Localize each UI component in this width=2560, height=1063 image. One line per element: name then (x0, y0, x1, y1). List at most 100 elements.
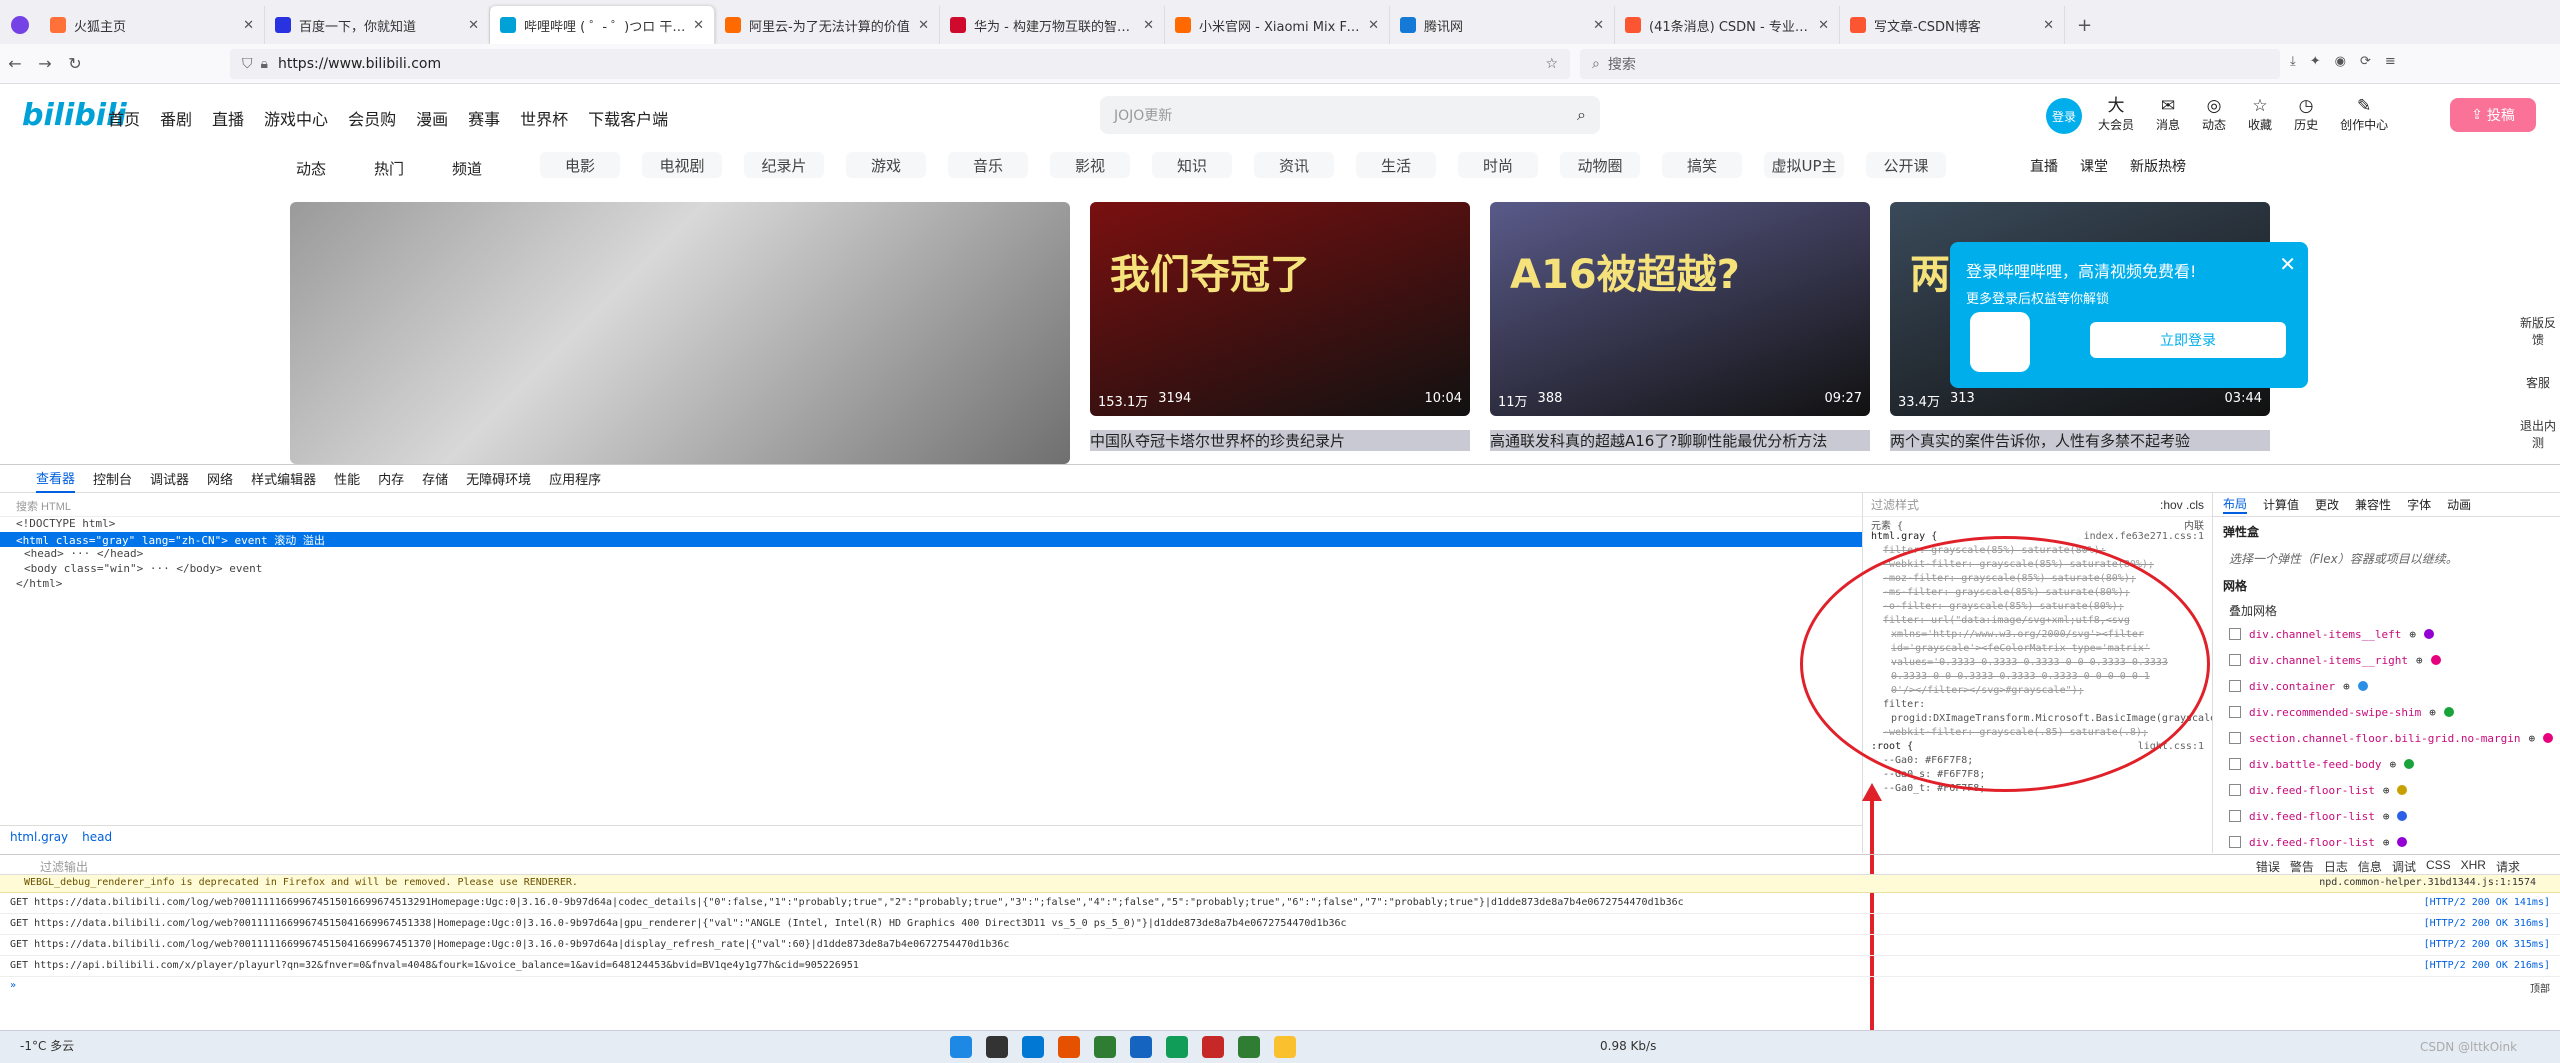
close-icon[interactable]: ✕ (1818, 18, 1829, 33)
console-request[interactable]: GET https://data.bilibili.com/log/web?00… (0, 893, 2560, 914)
grid-color-swatch[interactable] (2443, 707, 2454, 717)
console-prompt[interactable]: » 顶部 (0, 977, 2560, 998)
console-request[interactable]: GET https://data.bilibili.com/log/web?00… (0, 935, 2560, 956)
console-filter-button[interactable]: 错误 (2256, 858, 2280, 874)
grid-color-swatch[interactable] (2543, 733, 2554, 743)
channel-item[interactable]: 公开课 (1866, 152, 1946, 178)
target-icon[interactable]: ⊕ (2383, 784, 2390, 797)
devtools-tab[interactable]: 查看器 (36, 465, 76, 493)
layout-tab[interactable]: 字体 (2407, 496, 2431, 513)
grid-checkbox[interactable] (2229, 706, 2241, 718)
grid-item[interactable]: div.channel-items__right ⊕ (2213, 647, 2560, 673)
grid-color-swatch[interactable] (2423, 629, 2434, 639)
warning-source[interactable]: npd.common-helper.31bd1344.js:1:1574 (2319, 877, 2536, 890)
channel-item[interactable]: 时尚 (1458, 152, 1538, 178)
grid-item[interactable]: div.channel-items__left ⊕ (2213, 621, 2560, 647)
grid-checkbox[interactable] (2229, 732, 2241, 744)
grid-color-swatch[interactable] (2404, 759, 2415, 769)
weather-widget[interactable]: -1°C 多云 (20, 1037, 74, 1054)
html-node[interactable]: </html> (0, 577, 1862, 592)
devtools-tab[interactable]: 存储 (422, 469, 448, 488)
taskbar-app-icon[interactable] (950, 1036, 972, 1058)
taskbar-app-icon[interactable] (1166, 1036, 1188, 1058)
grid-checkbox[interactable] (2229, 836, 2241, 848)
console-filter-button[interactable]: 信息 (2358, 858, 2382, 874)
account-icon[interactable]: ◉ (2335, 54, 2346, 69)
close-icon[interactable]: ✕ (1368, 18, 1379, 33)
devtools-tab[interactable]: 内存 (378, 469, 404, 488)
console-request[interactable]: GET https://data.bilibili.com/log/web?00… (0, 914, 2560, 935)
devtools-tab[interactable]: 无障碍环境 (466, 469, 531, 488)
channel-item[interactable]: 电视剧 (642, 152, 722, 178)
target-icon[interactable]: ⊕ (2416, 654, 2423, 667)
channel-item[interactable]: 影视 (1050, 152, 1130, 178)
taskbar-app-icon[interactable] (1022, 1036, 1044, 1058)
taskbar-app-icon[interactable] (1274, 1036, 1296, 1058)
header-icon-item[interactable]: ☆ 收藏 (2248, 96, 2272, 133)
html-node[interactable]: <html class="gray" lang="zh-CN"> event 滚… (0, 532, 1862, 547)
target-icon[interactable]: ⊕ (2429, 706, 2436, 719)
layout-tab[interactable]: 更改 (2315, 496, 2339, 513)
taskbar-app-icon[interactable] (1202, 1036, 1224, 1058)
taskbar-app-icon[interactable] (986, 1036, 1008, 1058)
close-icon[interactable]: ✕ (693, 18, 704, 33)
browser-search-input[interactable]: ⌕ 搜索 (1580, 49, 2280, 79)
grid-item[interactable]: div.battle-feed-body ⊕ (2213, 751, 2560, 777)
side-tool-item[interactable]: 客服 (2518, 374, 2558, 391)
close-icon[interactable]: ✕ (243, 18, 254, 33)
grid-checkbox[interactable] (2229, 784, 2241, 796)
close-icon[interactable]: ✕ (2279, 252, 2296, 276)
console-filter-button[interactable]: 调试 (2392, 858, 2416, 874)
search-html-input[interactable]: 搜索 HTML (0, 493, 1862, 517)
search-icon[interactable]: ⌕ (1577, 105, 1586, 125)
grid-item[interactable]: section.channel-floor.bili-grid.no-margi… (2213, 725, 2560, 751)
browser-tab[interactable]: 写文章-CSDN博客 ✕ (1840, 6, 2065, 44)
hero-banner[interactable] (290, 202, 1070, 464)
nav-item[interactable]: 番剧 (160, 106, 192, 130)
close-icon[interactable]: ✕ (468, 18, 479, 33)
target-icon[interactable]: ⊕ (2529, 732, 2536, 745)
sync-icon[interactable]: ⟳ (2360, 54, 2371, 69)
browser-tab[interactable]: (41条消息) CSDN - 专业开发者 ✕ (1615, 6, 1840, 44)
browser-tab[interactable]: 腾讯网 ✕ (1390, 6, 1615, 44)
site-search-input[interactable]: JOJO更新 ⌕ (1100, 96, 1600, 134)
channel-item[interactable]: 音乐 (948, 152, 1028, 178)
devtools-tab[interactable]: 控制台 (93, 469, 132, 488)
html-node[interactable]: <body class="win"> ··· </body> event (0, 562, 1862, 577)
sub-nav-item[interactable]: 动态 (296, 158, 326, 179)
video-title[interactable]: 高通联发科真的超越A16了?聊聊性能最优分析方法 (1490, 430, 1870, 451)
menu-icon[interactable]: ≡ (2385, 54, 2396, 69)
grid-item[interactable]: div.container ⊕ (2213, 673, 2560, 699)
nav-item[interactable]: 世界杯 (520, 106, 568, 130)
console-filter-button[interactable]: XHR (2461, 858, 2486, 872)
taskbar-app-icon[interactable] (1238, 1036, 1260, 1058)
flex-heading[interactable]: 弹性盒 (2213, 517, 2560, 546)
sub-right-item[interactable]: 课堂 (2080, 156, 2108, 176)
console-layout-label[interactable]: 顶部 (2530, 980, 2550, 995)
grid-item[interactable]: div.recommended-swipe-shim ⊕ (2213, 699, 2560, 725)
browser-tab[interactable]: 百度一下，你就知道 ✕ (265, 6, 490, 44)
header-icon-item[interactable]: 大大会员 (2098, 96, 2134, 133)
header-icon-item[interactable]: ✉ 消息 (2156, 96, 2180, 133)
console-filter-button[interactable]: 警告 (2290, 858, 2314, 874)
target-icon[interactable]: ⊕ (2389, 758, 2396, 771)
back-icon[interactable]: ← (0, 54, 30, 73)
close-icon[interactable]: ✕ (918, 18, 929, 33)
login-now-button[interactable]: 立即登录 (2090, 322, 2286, 358)
side-tool-item[interactable]: 退出内测 (2518, 417, 2558, 451)
browser-tab[interactable]: 华为 - 构建万物互联的智能世界 ✕ (940, 6, 1165, 44)
grid-color-swatch[interactable] (2430, 655, 2441, 665)
bookmark-star-icon[interactable]: ☆ (1545, 56, 1558, 72)
firefox-icon[interactable] (0, 6, 40, 44)
video-title[interactable]: 两个真实的案件告诉你，人性有多禁不起考验 (1890, 430, 2270, 451)
taskbar-app-icon[interactable] (1094, 1036, 1116, 1058)
channel-item[interactable]: 纪录片 (744, 152, 824, 178)
layout-tab[interactable]: 兼容性 (2355, 496, 2391, 513)
channel-item[interactable]: 游戏 (846, 152, 926, 178)
grid-heading[interactable]: 网格 (2213, 571, 2560, 600)
grid-item[interactable]: div.feed-floor-list ⊕ (2213, 829, 2560, 855)
nav-item[interactable]: 游戏中心 (264, 106, 328, 130)
target-icon[interactable]: ⊕ (2383, 810, 2390, 823)
video-card[interactable]: 我们夺冠了 153.1万 3194 10:04 (1090, 202, 1470, 416)
nav-item[interactable]: 赛事 (468, 106, 500, 130)
